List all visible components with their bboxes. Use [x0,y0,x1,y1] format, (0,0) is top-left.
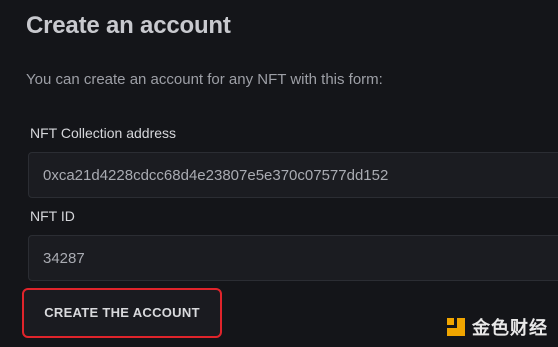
golden-finance-logo-icon [447,318,465,336]
create-account-page: Create an account You can create an acco… [0,0,558,347]
nft-id-input[interactable] [29,236,558,280]
page-title: Create an account [26,12,231,39]
collection-address-input[interactable] [29,153,558,197]
page-subtitle: You can create an account for any NFT wi… [26,71,383,88]
nft-id-field[interactable] [28,235,558,281]
nft-id-label: NFT ID [30,208,75,224]
create-account-button[interactable]: CREATE THE ACCOUNT [22,288,222,338]
watermark: 金色财经 [446,313,548,341]
collection-address-field[interactable] [28,152,558,198]
collection-address-label: NFT Collection address [30,125,177,141]
watermark-text: 金色财经 [472,318,548,339]
